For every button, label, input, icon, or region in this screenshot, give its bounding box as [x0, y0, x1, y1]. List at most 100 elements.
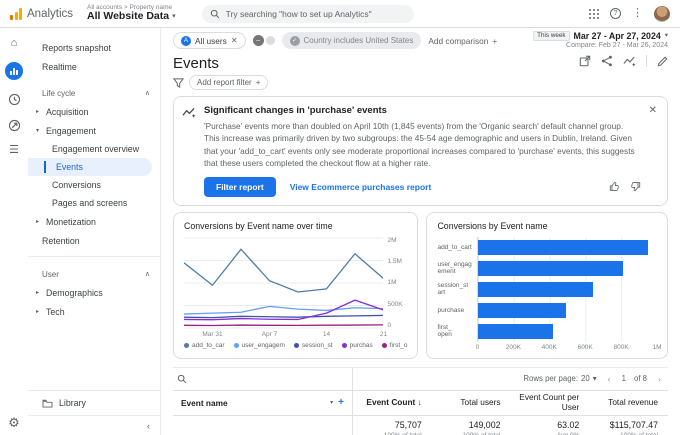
prev-page-button[interactable]: ‹ [605, 374, 614, 384]
filter-report-button[interactable]: Filter report [204, 176, 276, 197]
column-header-total-users[interactable]: Total users [432, 397, 511, 408]
explore-icon[interactable] [8, 93, 21, 106]
sidebar-item-acquisition[interactable]: ▸ Acquisition [28, 102, 160, 121]
search-bar[interactable] [201, 4, 414, 23]
advertising-icon[interactable] [8, 119, 21, 132]
line-chart-legend: add_to_car user_engagem session_st purch… [184, 342, 407, 349]
page-of: of 8 [633, 374, 647, 384]
exclude-icon: – [252, 35, 264, 46]
all-users-chip[interactable]: A All users ✕ [173, 32, 246, 49]
next-page-button[interactable]: › [655, 374, 664, 384]
expand-right-icon: ▸ [36, 109, 40, 115]
search-icon [177, 374, 187, 383]
line-chart-svg [184, 237, 383, 329]
analytics-logo-text[interactable]: Analytics [27, 8, 73, 20]
filter-funnel-icon[interactable] [173, 77, 184, 88]
property-name: All Website Data [87, 10, 170, 23]
sidebar-item-monetization[interactable]: ▸ Monetization [28, 212, 160, 231]
insight-title: Significant changes in 'purchase' events [204, 105, 387, 116]
sidebar: Reports snapshot Realtime Life cycle ∧ ▸… [28, 28, 161, 435]
sort-arrow-icon: ↓ [417, 396, 422, 407]
sidebar-section-lifecycle[interactable]: Life cycle ∧ [28, 84, 160, 102]
kebab-menu-icon[interactable]: ⋮ [632, 8, 643, 19]
events-table: Rows per page: 20 ▾ ‹ 1 of 8 › Event nam… [173, 366, 668, 435]
expand-down-icon: ▾ [36, 128, 40, 134]
sidebar-item-tech[interactable]: ▸ Tech [28, 302, 160, 321]
bar-first-open [478, 323, 554, 339]
line-chart-y-axis: 2M 1.5M 1M 500K 0 [387, 236, 403, 329]
bar-chart-title: Conversions by Event name [437, 220, 548, 231]
property-switcher[interactable]: All accounts > Property name All Website… [87, 4, 176, 23]
close-icon[interactable]: ✕ [231, 36, 238, 45]
nav-rail: ⌂ ☰ ⚙ [0, 28, 28, 435]
expand-right-icon: ▸ [36, 219, 40, 225]
edit-pencil-icon[interactable] [657, 56, 668, 67]
page-title: Events [173, 55, 219, 72]
table-totals-row: 75,707100% of total 149,002100% of total… [173, 415, 668, 435]
insights-icon[interactable] [623, 55, 636, 67]
plus-icon: + [492, 35, 498, 46]
sidebar-item-retention[interactable]: Retention [28, 231, 160, 250]
admin-list-icon[interactable]: ☰ [9, 145, 19, 156]
line-chart-x-axis: Mar 31 Apr 7 14 21 [202, 330, 388, 338]
column-header-total-revenue[interactable]: Total revenue [589, 397, 668, 408]
bar-chart-card: Conversions by Event name add_to_cart us… [426, 211, 668, 359]
table-search[interactable] [173, 367, 353, 390]
date-badge: This week [533, 31, 570, 42]
folder-icon [42, 399, 53, 408]
sidebar-item-events[interactable]: Events [28, 158, 152, 176]
column-header-count-per-user[interactable]: Event Count per User [511, 392, 590, 412]
sidebar-item-realtime[interactable]: Realtime [28, 57, 160, 76]
share-icon[interactable] [601, 55, 613, 67]
analytics-app: Analytics All accounts > Property name A… [0, 0, 680, 435]
thumbs-up-icon[interactable] [609, 181, 620, 192]
add-comparison-button[interactable]: Add comparison + [428, 36, 497, 46]
bar-chart-x-axis: 0 200K 400K 600K 800K 1M [475, 343, 662, 351]
column-header-event-count[interactable]: Event Count ↓ [353, 396, 432, 408]
help-icon[interactable]: ? [610, 8, 621, 19]
sidebar-item-engagement-overview[interactable]: Engagement overview [28, 140, 152, 158]
rows-per-page-select[interactable]: Rows per page: 20 ▾ [523, 374, 596, 383]
insight-card: Significant changes in 'purchase' events… [173, 96, 668, 206]
view-ecommerce-report-link[interactable]: View Ecommerce purchases report [290, 182, 432, 192]
date-range-text: Mar 27 - Apr 27, 2024 [573, 30, 661, 41]
search-input[interactable] [225, 8, 406, 19]
export-icon[interactable] [579, 55, 591, 67]
comparison-toggle[interactable]: – [252, 35, 275, 46]
sidebar-collapse-button[interactable]: ‹ [28, 415, 160, 435]
search-icon [210, 9, 219, 18]
plus-icon: + [255, 78, 261, 87]
column-header-event-name[interactable]: Event name ▾ + [173, 390, 353, 415]
reports-icon[interactable] [5, 62, 23, 80]
chevron-down-icon: ▾ [592, 374, 597, 384]
sidebar-item-pages-screens[interactable]: Pages and screens [28, 194, 152, 212]
chevron-down-icon: ▾ [172, 13, 176, 21]
sidebar-item-library[interactable]: Library [28, 391, 160, 415]
gear-icon[interactable]: ⚙ [8, 416, 20, 429]
sidebar-item-demographics[interactable]: ▸ Demographics [28, 283, 160, 302]
compare-range-text: Compare: Feb 27 - Mar 26, 2024 [566, 41, 668, 49]
sidebar-item-reports-snapshot[interactable]: Reports snapshot [28, 38, 160, 57]
line-chart-card: Conversions by Event name over time 2M 1… [173, 211, 419, 359]
top-bar: Analytics All accounts > Property name A… [0, 0, 680, 28]
home-icon[interactable]: ⌂ [11, 38, 18, 49]
sidebar-item-conversions[interactable]: Conversions [28, 176, 152, 194]
sidebar-item-engagement[interactable]: ▾ Engagement [28, 121, 160, 140]
add-dimension-icon[interactable]: + [338, 397, 344, 408]
analytics-logo-icon[interactable] [10, 7, 22, 20]
collapse-caret-icon: ∧ [144, 90, 150, 97]
sidebar-section-user[interactable]: User ∧ [28, 265, 160, 283]
country-filter-chip[interactable]: ✓ Country includes United States [281, 32, 422, 49]
add-report-filter-button[interactable]: Add report filter + [189, 75, 269, 90]
main-content: A All users ✕ – ✓ Country includes Unite… [161, 28, 680, 435]
apps-grid-icon[interactable] [588, 8, 599, 19]
insight-body: 'Purchase' events more than doubled on A… [204, 121, 635, 169]
collapse-caret-icon: ∧ [144, 271, 150, 278]
thumbs-down-icon[interactable] [630, 181, 641, 192]
avatar[interactable] [654, 5, 670, 22]
close-icon[interactable]: ✕ [649, 105, 657, 197]
chevron-left-icon: ‹ [147, 420, 150, 431]
date-range-picker[interactable]: This week Mar 27 - Apr 27, 2024 ▾ Compar… [533, 31, 668, 51]
expand-right-icon: ▸ [36, 309, 40, 315]
insight-sparkline-icon [182, 107, 196, 118]
